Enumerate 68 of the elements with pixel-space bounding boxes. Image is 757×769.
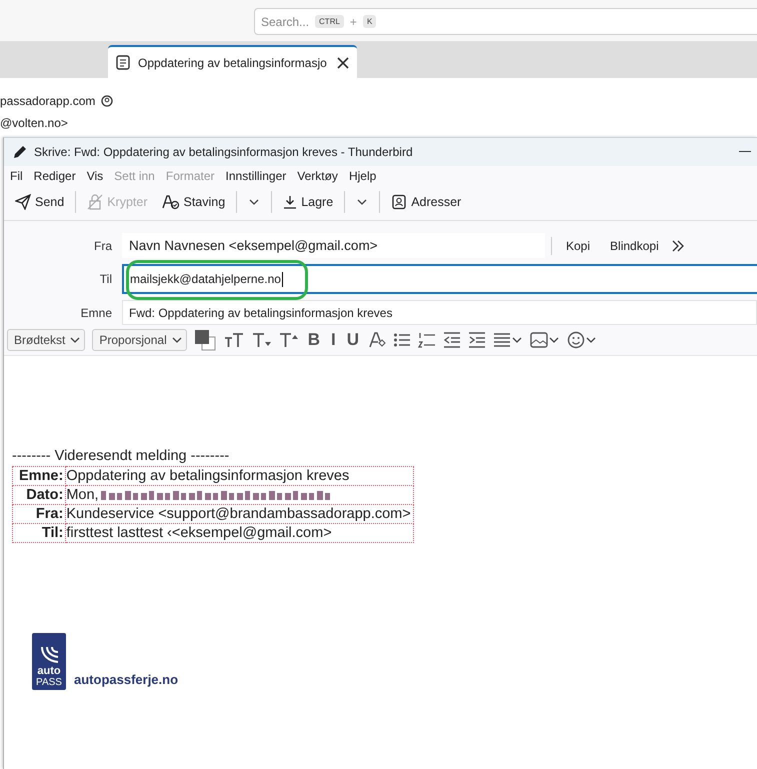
header-button[interactable]: Blindkopi — [602, 236, 667, 254]
header-value: Kundeservice <support@brandambassadorapp.com> — [66, 504, 414, 524]
field-label: Emne — [80, 306, 113, 320]
from-field[interactable]: Navn Navnesen <eksempel@gmail.com> — [122, 233, 545, 258]
menu-item[interactable]: Hjelp — [348, 169, 376, 183]
to-field[interactable]: mailsjekk@datahjelperne.no — [122, 264, 757, 294]
message-tab[interactable]: Oppdatering av betalingsinformasjo — [108, 45, 357, 78]
document-icon — [116, 55, 130, 70]
header-button[interactable]: Kopi — [558, 236, 598, 254]
minimize-icon[interactable] — [739, 151, 751, 153]
bullet-list-icon[interactable] — [393, 331, 412, 349]
paragraph-select[interactable]: Brødtekst — [7, 329, 86, 351]
shortcut-key: CTRL — [315, 15, 344, 28]
header-label: Emne: — [12, 466, 66, 486]
increase-size-icon[interactable] — [278, 331, 299, 349]
search-placeholder: Search... — [261, 14, 310, 28]
header-label: Dato: — [12, 486, 66, 504]
text-style-button[interactable]: B — [306, 330, 322, 350]
website-text: autopassferje.no — [74, 672, 178, 687]
menu-item[interactable]: Rediger — [34, 169, 76, 183]
download-icon — [283, 195, 298, 209]
clear-formatting-icon[interactable] — [368, 331, 386, 349]
toolbar-button[interactable]: Adresser — [386, 190, 466, 214]
toolbar-button[interactable]: Lagre — [278, 191, 338, 213]
header-value: Oppdatering av betalingsinformasjon kreves — [66, 466, 414, 486]
shortcut-key: K — [362, 15, 376, 28]
menu-item[interactable]: Innstillinger — [226, 169, 286, 183]
logo-text: PASS — [36, 677, 62, 688]
spellcheck-icon — [162, 194, 180, 210]
send-icon — [15, 194, 31, 210]
header-value: Mon, — [66, 486, 414, 504]
more-icon[interactable] — [670, 240, 685, 252]
field-label: Til — [98, 272, 113, 286]
indent-icon[interactable] — [468, 331, 486, 349]
address-book-icon — [391, 194, 408, 210]
toolbar-button[interactable]: Send — [10, 190, 70, 214]
toolbar-button[interactable]: Staving — [156, 190, 230, 214]
signal-waves-icon — [38, 646, 60, 666]
header-value: firsttest lasttest ‹<eksempel@gmail.com> — [66, 524, 414, 542]
search-field[interactable]: Search... CTRL + K — [254, 8, 757, 35]
lock-icon — [87, 194, 104, 210]
menu-item[interactable]: Fil — [10, 169, 23, 183]
text-color-icon[interactable] — [194, 329, 216, 351]
pencil-icon — [12, 144, 28, 160]
emoji-icon[interactable] — [567, 331, 586, 349]
text-style-button[interactable]: I — [329, 330, 338, 350]
forward-separator: -------- Videresendt melding -------- — [12, 448, 230, 464]
sender-address: passadorapp.com — [0, 94, 96, 108]
header-label: Til: — [12, 524, 66, 542]
image-icon[interactable] — [530, 331, 548, 349]
header-label: Fra: — [12, 504, 66, 524]
plus-sign: + — [350, 14, 357, 28]
font-select[interactable]: Proporsjonal — [92, 329, 187, 351]
field-label: Fra — [93, 238, 113, 252]
logo-text: auto — [37, 666, 61, 677]
sender-address: @volten.no> — [0, 116, 68, 130]
menu-item[interactable]: Verktøy — [297, 169, 338, 183]
close-icon[interactable] — [337, 56, 349, 68]
contact-icon — [101, 95, 114, 107]
decrease-size-icon[interactable] — [252, 331, 272, 349]
menu-item[interactable]: Vis — [86, 169, 104, 183]
outdent-icon[interactable] — [443, 331, 462, 349]
font-size-icon[interactable] — [222, 331, 245, 349]
numbered-list-icon[interactable] — [418, 331, 436, 349]
align-icon[interactable] — [493, 331, 512, 349]
window-title: Skrive: Fwd: Oppdatering av betalingsinformasjon kreves - Thunderbird — [34, 145, 414, 159]
subject-field[interactable]: Fwd: Oppdatering av betalingsinformasjon kreves — [122, 300, 757, 325]
text-style-button[interactable]: U — [344, 330, 362, 350]
